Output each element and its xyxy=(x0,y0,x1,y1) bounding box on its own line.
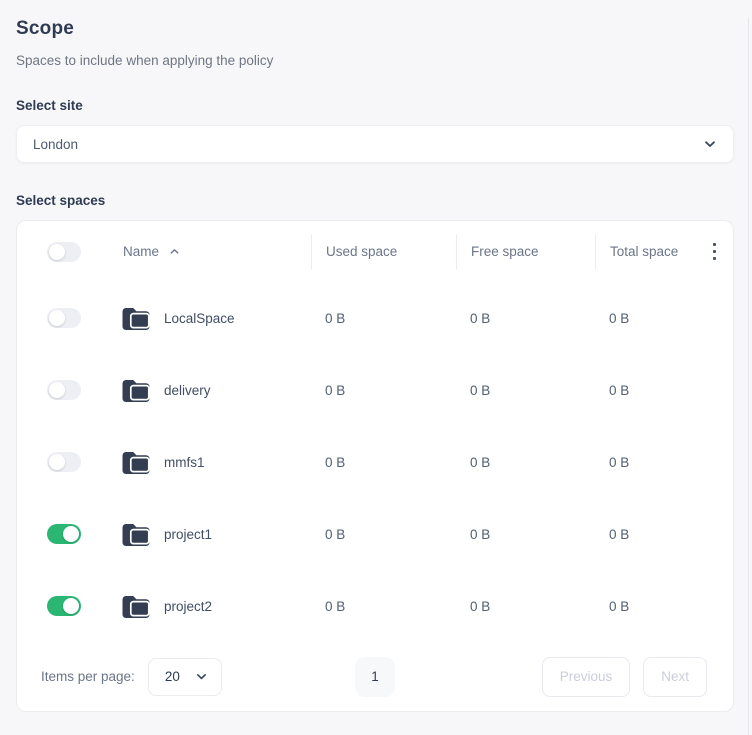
spaces-table: Name Used space Free space Total space xyxy=(16,220,734,712)
folder-icon xyxy=(121,377,151,403)
used-space-value: 0 B xyxy=(311,599,456,614)
pagination-bar: Items per page: 20 1 Previous Next xyxy=(17,642,733,711)
free-space-value: 0 B xyxy=(456,311,595,326)
column-header-name[interactable]: Name xyxy=(123,244,159,259)
space-toggle[interactable] xyxy=(47,380,81,400)
table-row: project2 0 B 0 B 0 B xyxy=(17,570,733,642)
table-header-row: Name Used space Free space Total space xyxy=(17,221,733,282)
space-name: mmfs1 xyxy=(164,455,205,470)
total-space-value: 0 B xyxy=(595,455,701,470)
used-space-value: 0 B xyxy=(311,311,456,326)
space-toggle[interactable] xyxy=(47,596,81,616)
space-name: LocalSpace xyxy=(164,311,235,326)
select-all-toggle[interactable] xyxy=(47,242,81,262)
select-site-label: Select site xyxy=(16,98,734,113)
used-space-value: 0 B xyxy=(311,527,456,542)
table-row: mmfs1 0 B 0 B 0 B xyxy=(17,426,733,498)
free-space-value: 0 B xyxy=(456,527,595,542)
folder-icon xyxy=(121,521,151,547)
table-body: LocalSpace 0 B 0 B 0 B xyxy=(17,282,733,642)
used-space-value: 0 B xyxy=(311,383,456,398)
items-per-page-value: 20 xyxy=(165,669,180,684)
items-per-page-label: Items per page: xyxy=(41,669,135,684)
used-space-value: 0 B xyxy=(311,455,456,470)
free-space-value: 0 B xyxy=(456,383,595,398)
total-space-value: 0 B xyxy=(595,383,701,398)
table-row: delivery 0 B 0 B 0 B xyxy=(17,354,733,426)
folder-icon xyxy=(121,305,151,331)
select-spaces-label: Select spaces xyxy=(16,193,734,208)
folder-icon xyxy=(121,593,151,619)
folder-icon xyxy=(121,449,151,475)
table-row: LocalSpace 0 B 0 B 0 B xyxy=(17,282,733,354)
total-space-value: 0 B xyxy=(595,527,701,542)
previous-page-button[interactable]: Previous xyxy=(542,657,631,697)
space-name: delivery xyxy=(164,383,211,398)
site-select[interactable]: London xyxy=(16,125,734,163)
space-name: project2 xyxy=(164,599,212,614)
chevron-down-icon xyxy=(703,137,717,151)
page-title: Scope xyxy=(16,18,734,40)
page-subtitle: Spaces to include when applying the poli… xyxy=(16,53,734,68)
column-header-free-space[interactable]: Free space xyxy=(456,234,595,270)
current-page-indicator[interactable]: 1 xyxy=(355,657,395,697)
next-page-button[interactable]: Next xyxy=(643,657,707,697)
column-header-used-space[interactable]: Used space xyxy=(311,234,456,270)
table-row: project1 0 B 0 B 0 B xyxy=(17,498,733,570)
space-toggle[interactable] xyxy=(47,308,81,328)
items-per-page-select[interactable]: 20 xyxy=(148,658,222,696)
total-space-value: 0 B xyxy=(595,311,701,326)
chevron-down-icon xyxy=(195,670,208,683)
space-toggle[interactable] xyxy=(47,524,81,544)
space-toggle[interactable] xyxy=(47,452,81,472)
table-options-kebab-icon[interactable] xyxy=(709,239,720,264)
free-space-value: 0 B xyxy=(456,599,595,614)
free-space-value: 0 B xyxy=(456,455,595,470)
total-space-value: 0 B xyxy=(595,599,701,614)
sort-ascending-icon[interactable] xyxy=(169,246,180,257)
site-select-value: London xyxy=(33,137,78,152)
space-name: project1 xyxy=(164,527,212,542)
scrollbar-track[interactable] xyxy=(748,18,749,735)
column-header-total-space[interactable]: Total space xyxy=(595,234,701,270)
